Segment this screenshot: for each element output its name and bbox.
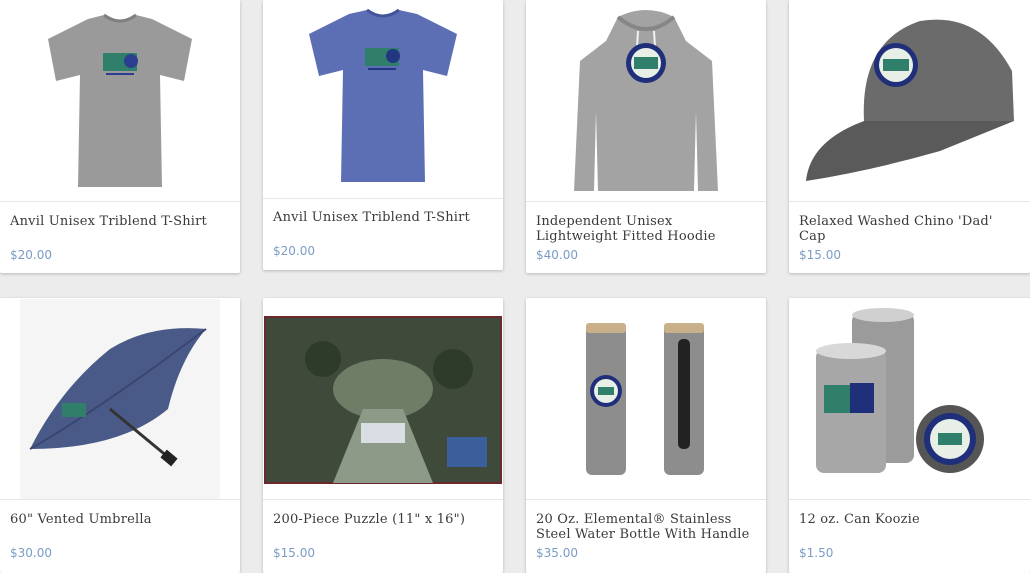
product-title[interactable]: 20 Oz. Elemental® Stainless Steel Water …: [536, 512, 758, 542]
product-price: $30.00: [10, 546, 52, 560]
product-card[interactable]: Anvil Unisex Triblend T-Shirt $20.00: [0, 0, 240, 273]
product-card[interactable]: Relaxed Washed Chino 'Dad' Cap $15.00: [789, 0, 1030, 273]
product-image-blue-tshirt[interactable]: [263, 0, 503, 199]
product-image-aerial-puzzle[interactable]: [263, 298, 503, 500]
product-title[interactable]: Anvil Unisex Triblend T-Shirt: [10, 214, 232, 229]
product-title[interactable]: Independent Unisex Lightweight Fitted Ho…: [536, 214, 758, 244]
product-image-gray-cap[interactable]: [789, 0, 1030, 202]
product-title[interactable]: Relaxed Washed Chino 'Dad' Cap: [799, 214, 1022, 244]
product-card[interactable]: 12 oz. Can Koozie $1.50: [789, 298, 1030, 573]
product-price: $1.50: [799, 546, 834, 560]
product-title[interactable]: 200-Piece Puzzle (11" x 16"): [273, 512, 495, 527]
product-image-navy-umbrella[interactable]: [0, 298, 240, 500]
product-price: $15.00: [799, 248, 841, 262]
product-card[interactable]: 200-Piece Puzzle (11" x 16") $15.00: [263, 298, 503, 573]
product-card[interactable]: Independent Unisex Lightweight Fitted Ho…: [526, 0, 766, 273]
product-card[interactable]: Anvil Unisex Triblend T-Shirt $20.00: [263, 0, 503, 270]
product-title[interactable]: Anvil Unisex Triblend T-Shirt: [273, 210, 495, 225]
product-title[interactable]: 60" Vented Umbrella: [10, 512, 232, 527]
product-title[interactable]: 12 oz. Can Koozie: [799, 512, 1022, 527]
product-image-can-koozie[interactable]: [789, 298, 1030, 500]
product-price: $35.00: [536, 546, 578, 560]
product-price: $20.00: [10, 248, 52, 262]
product-price: $15.00: [273, 546, 315, 560]
product-image-gray-hoodie[interactable]: [526, 0, 766, 202]
product-price: $40.00: [536, 248, 578, 262]
product-image-gray-tshirt[interactable]: [0, 0, 240, 202]
product-card[interactable]: 60" Vented Umbrella $30.00: [0, 298, 240, 573]
product-price: $20.00: [273, 244, 315, 258]
product-image-water-bottles[interactable]: [526, 298, 766, 500]
product-card[interactable]: 20 Oz. Elemental® Stainless Steel Water …: [526, 298, 766, 573]
product-grid: Anvil Unisex Triblend T-Shirt $20.00 Anv…: [0, 0, 1030, 573]
